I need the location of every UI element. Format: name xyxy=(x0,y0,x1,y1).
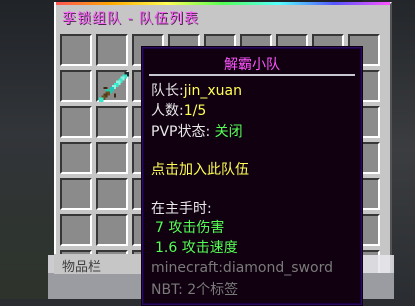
inventory-slot[interactable] xyxy=(60,34,92,66)
pvp-row: PVP状态: 关闭 xyxy=(151,121,243,141)
tooltip-title: 解霸小队 xyxy=(224,57,280,73)
inventory-slot[interactable] xyxy=(96,178,128,210)
count-value: 1/5 xyxy=(183,103,207,119)
inventory-slot[interactable] xyxy=(60,70,92,102)
main-hand-label: 在主手时: xyxy=(151,201,212,217)
pvp-label: PVP状态: xyxy=(151,124,211,140)
inventory-slot[interactable] xyxy=(96,34,128,66)
leader-label: 队长: xyxy=(151,83,184,99)
title-rainbow-bar xyxy=(56,2,390,5)
nbt-info: NBT: 2个标签 xyxy=(151,282,239,298)
join-prompt: 点击加入此队伍 xyxy=(151,162,249,178)
inventory-slot[interactable] xyxy=(96,106,128,138)
item-tooltip: 解霸小队 队长:jin_xuan 人数:1/5 PVP状态: 关闭 点击加入此队… xyxy=(141,46,363,306)
inventory-label: 物品栏 xyxy=(62,260,102,275)
item-id: minecraft:diamond_sword xyxy=(151,260,333,276)
pvp-value: 关闭 xyxy=(214,124,243,140)
window-title: 孪锁组队 - 队伍列表 xyxy=(62,11,199,27)
inventory-slot[interactable] xyxy=(96,214,128,246)
inventory-slot[interactable] xyxy=(60,142,92,174)
attack-speed: 1.6 攻击速度 xyxy=(155,240,238,256)
count-label: 人数: xyxy=(151,103,184,119)
count-row: 人数:1/5 xyxy=(151,100,206,120)
attack-damage: 7 攻击伤害 xyxy=(155,220,225,236)
inventory-slot[interactable] xyxy=(60,178,92,210)
tooltip-separator xyxy=(149,74,355,76)
inventory-label-box: 物品栏 xyxy=(54,254,144,275)
inventory-slot[interactable] xyxy=(60,214,92,246)
diamond-sword-icon[interactable] xyxy=(97,70,131,104)
inventory-slot[interactable] xyxy=(60,106,92,138)
inventory-slot[interactable] xyxy=(96,142,128,174)
leader-value: jin_xuan xyxy=(183,83,242,99)
leader-row: 队长:jin_xuan xyxy=(151,80,242,100)
